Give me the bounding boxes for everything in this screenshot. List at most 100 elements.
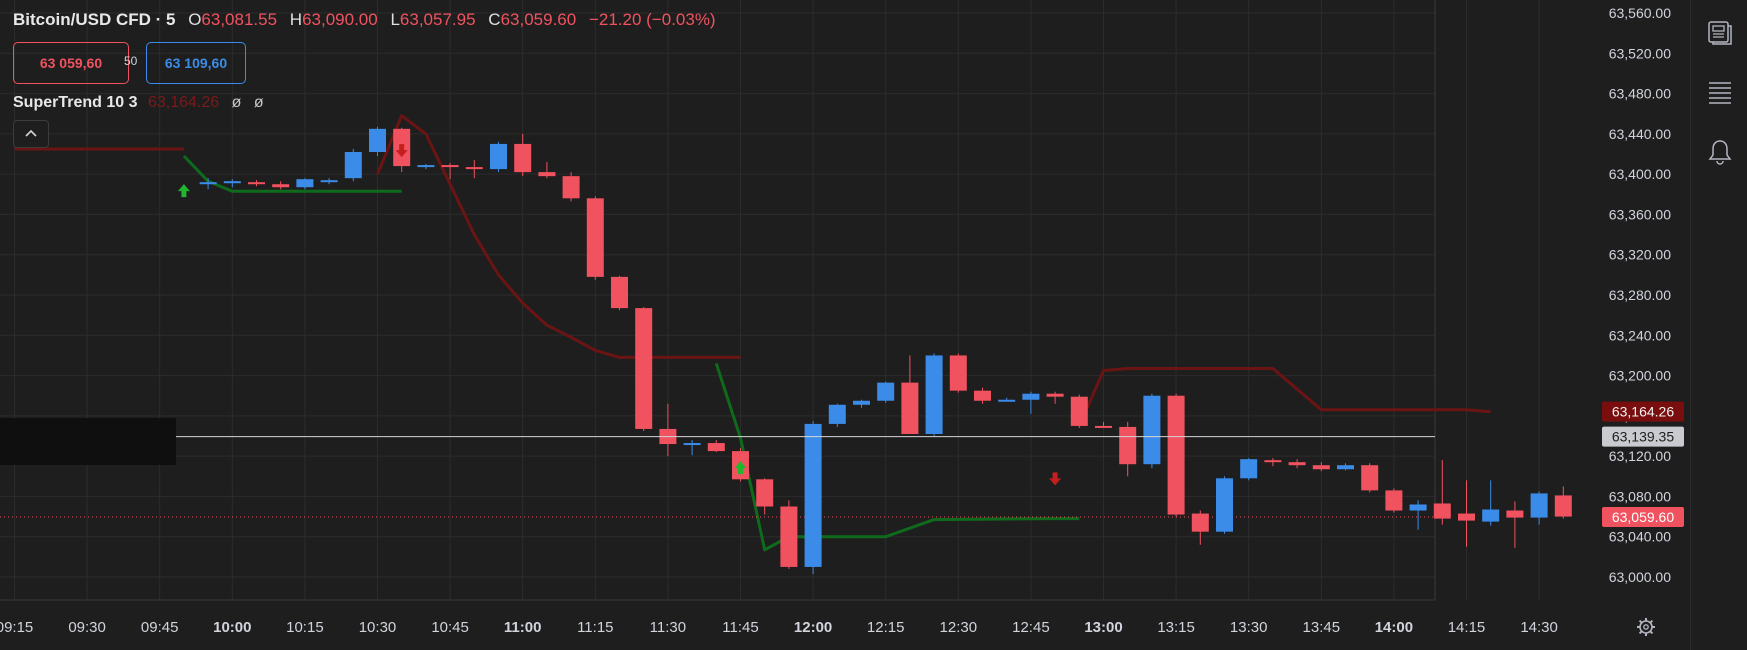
close-label: C (488, 10, 501, 29)
close-value: 63,059.60 (500, 10, 577, 29)
buy-button[interactable]: 63 109,60 (146, 42, 246, 84)
x-tick-label: 12:15 (867, 619, 905, 636)
candle[interactable] (1433, 503, 1451, 519)
candle[interactable] (998, 399, 1016, 402)
candle[interactable] (562, 176, 580, 199)
x-tick-label: 09:15 (0, 619, 33, 636)
candle[interactable] (586, 198, 604, 277)
low-label: L (390, 10, 400, 29)
indicator-legend[interactable]: SuperTrend 10 3 63,164.26 ø ø (13, 94, 264, 112)
candle[interactable] (683, 443, 701, 446)
y-tick-label: 63,080.00 (1609, 488, 1671, 504)
candle[interactable] (344, 151, 362, 179)
candle[interactable] (1288, 462, 1306, 466)
candle[interactable] (901, 382, 919, 434)
open-value: 63,081.55 (201, 10, 278, 29)
candle[interactable] (1361, 465, 1379, 491)
candle[interactable] (1409, 504, 1427, 511)
x-tick-label: 14:30 (1520, 619, 1558, 636)
candle[interactable] (465, 167, 483, 170)
candle[interactable] (1554, 495, 1572, 517)
candle[interactable] (974, 390, 991, 401)
candle[interactable] (296, 179, 314, 188)
candle[interactable] (1240, 459, 1258, 479)
ohlc-legend: Bitcoin/USD CFD · 5 O63,081.55 H63,090.0… (13, 10, 716, 30)
candle[interactable] (611, 276, 628, 309)
y-tick-label: 63,440.00 (1609, 126, 1671, 142)
candle[interactable] (490, 143, 507, 170)
high-label: H (289, 10, 303, 29)
candle[interactable] (707, 443, 725, 452)
details-list-icon[interactable] (1706, 78, 1734, 106)
candle[interactable] (1216, 478, 1233, 532)
low-value: 63,057.95 (399, 10, 476, 29)
candle[interactable] (1191, 513, 1209, 532)
candle[interactable] (369, 128, 386, 152)
y-tick-label: 63,320.00 (1609, 247, 1671, 263)
y-tick-label: 63,240.00 (1609, 327, 1671, 343)
candle[interactable] (756, 479, 774, 507)
candle[interactable] (877, 382, 895, 401)
candle[interactable] (1046, 393, 1064, 397)
open-label: O (188, 10, 202, 29)
right-sidebar (1690, 0, 1747, 650)
indicator-value: 63,164.26 (147, 94, 220, 111)
x-tick-label: 13:15 (1157, 619, 1195, 636)
sell-button[interactable]: 63 059,60 (13, 42, 129, 84)
last-price-label: 63,059.60 (1612, 509, 1674, 525)
high-value: 63,090.00 (302, 10, 378, 29)
indicator-param-1: ø (231, 94, 242, 111)
y-tick-label: 63,400.00 (1609, 166, 1671, 182)
candle[interactable] (1312, 465, 1330, 470)
x-tick-label: 12:00 (794, 619, 832, 636)
candle[interactable] (320, 180, 338, 183)
candle[interactable] (248, 182, 265, 185)
crosshair-price-label: 63,139.35 (1612, 429, 1674, 445)
candle[interactable] (1530, 493, 1548, 518)
candle[interactable] (538, 172, 556, 177)
candle[interactable] (1506, 510, 1524, 518)
x-tick-label: 10:45 (431, 619, 469, 636)
y-tick-label: 63,560.00 (1609, 5, 1671, 21)
candle[interactable] (1385, 490, 1403, 511)
candle[interactable] (853, 400, 870, 405)
candle[interactable] (1143, 395, 1161, 465)
candle[interactable] (635, 308, 653, 429)
candle[interactable] (1119, 426, 1137, 465)
candle[interactable] (1264, 460, 1282, 463)
x-tick-label: 13:30 (1230, 619, 1268, 636)
x-tick-label: 13:00 (1084, 619, 1122, 636)
candle[interactable] (1022, 393, 1040, 400)
y-tick-label: 63,480.00 (1609, 86, 1671, 102)
candle[interactable] (272, 184, 290, 188)
candle[interactable] (1070, 396, 1088, 426)
candle[interactable] (1482, 509, 1500, 522)
candle[interactable] (1095, 425, 1112, 428)
x-tick-label: 12:30 (940, 619, 978, 636)
symbol-title[interactable]: Bitcoin/USD CFD · 5 (13, 10, 175, 29)
candle[interactable] (1458, 513, 1475, 521)
candle[interactable] (441, 165, 459, 168)
x-tick-label: 11:45 (722, 619, 758, 636)
collapse-legend-button[interactable] (13, 120, 49, 148)
candle[interactable] (223, 181, 241, 184)
alert-bell-icon[interactable] (1706, 138, 1734, 166)
candle[interactable] (804, 423, 822, 567)
x-tick-label: 09:30 (68, 619, 106, 636)
candle[interactable] (199, 182, 217, 185)
spread-value: 50 (124, 54, 138, 68)
watchlist-icon[interactable] (1706, 18, 1734, 46)
candle[interactable] (828, 404, 846, 424)
y-tick-label: 63,360.00 (1609, 206, 1671, 222)
x-tick-label: 10:30 (359, 619, 397, 636)
candle[interactable] (514, 143, 532, 173)
chevron-up-icon (25, 129, 37, 137)
candle[interactable] (1167, 395, 1185, 515)
y-tick-label: 63,040.00 (1609, 529, 1671, 545)
candle[interactable] (417, 165, 435, 168)
candle[interactable] (1337, 465, 1354, 470)
candle[interactable] (949, 355, 967, 391)
candle[interactable] (925, 355, 943, 434)
candle[interactable] (780, 506, 798, 567)
y-tick-label: 63,000.00 (1609, 569, 1671, 585)
